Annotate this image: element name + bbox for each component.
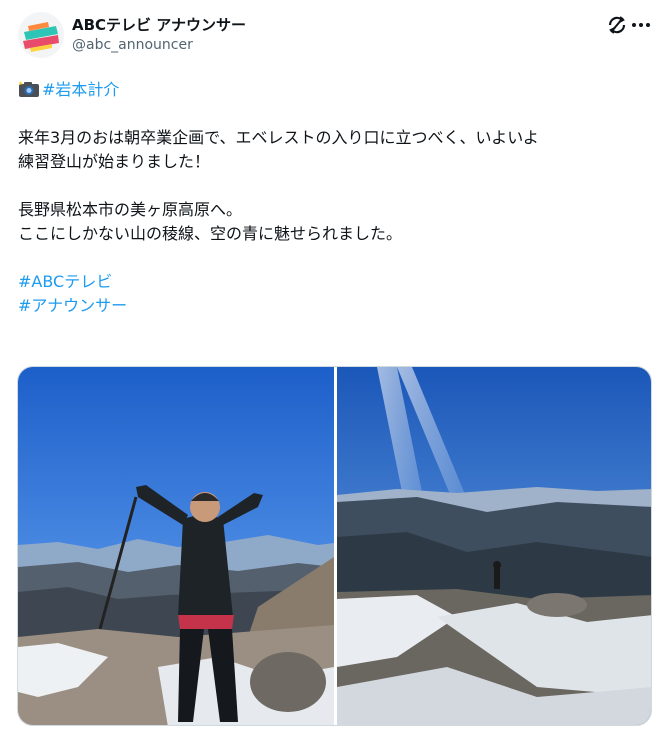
user-handle[interactable]: @abc_announcer xyxy=(72,37,193,53)
more-options-icon[interactable] xyxy=(630,14,652,36)
post-line-1: 来年3月のおは朝卒業企画で、エベレストの入り口に立つべく、いよいよ xyxy=(18,128,539,147)
camera-flash-emoji-icon xyxy=(18,80,40,98)
display-name[interactable]: ABCテレビ アナウンサー xyxy=(72,14,246,35)
hashtag-announcer-link[interactable]: #アナウンサー xyxy=(18,296,127,315)
hashtag-abctv-link[interactable]: #ABCテレビ xyxy=(18,272,112,291)
post-line-4: ここにしかない山の稜線、空の青に魅せられました。 xyxy=(18,224,403,243)
hashtag-person-link[interactable]: #岩本計介 xyxy=(42,80,119,99)
sync-icon[interactable] xyxy=(606,14,628,36)
post-line-2: 練習登山が始まりました！ xyxy=(18,152,211,171)
post-line-hashtag-person: #岩本計介 xyxy=(18,78,650,102)
post-line-hashtag-1: #ABCテレビ xyxy=(18,270,650,294)
post-line-hashtag-2: #アナウンサー xyxy=(18,294,650,318)
mountain-summit-person-photo[interactable] xyxy=(18,367,334,725)
avatar[interactable] xyxy=(18,12,64,58)
post-line-3: 長野県松本市の美ヶ原高原へ。 xyxy=(18,200,243,219)
post-text: #岩本計介 来年3月のおは朝卒業企画で、エベレストの入り口に立つべく、いよいよ … xyxy=(18,78,650,318)
media-grid xyxy=(17,366,652,726)
abc-announcer-logo-icon xyxy=(18,12,64,58)
mountain-ridge-view-photo[interactable] xyxy=(337,367,651,725)
post-header: ABCテレビ アナウンサー @abc_announcer xyxy=(18,10,652,60)
